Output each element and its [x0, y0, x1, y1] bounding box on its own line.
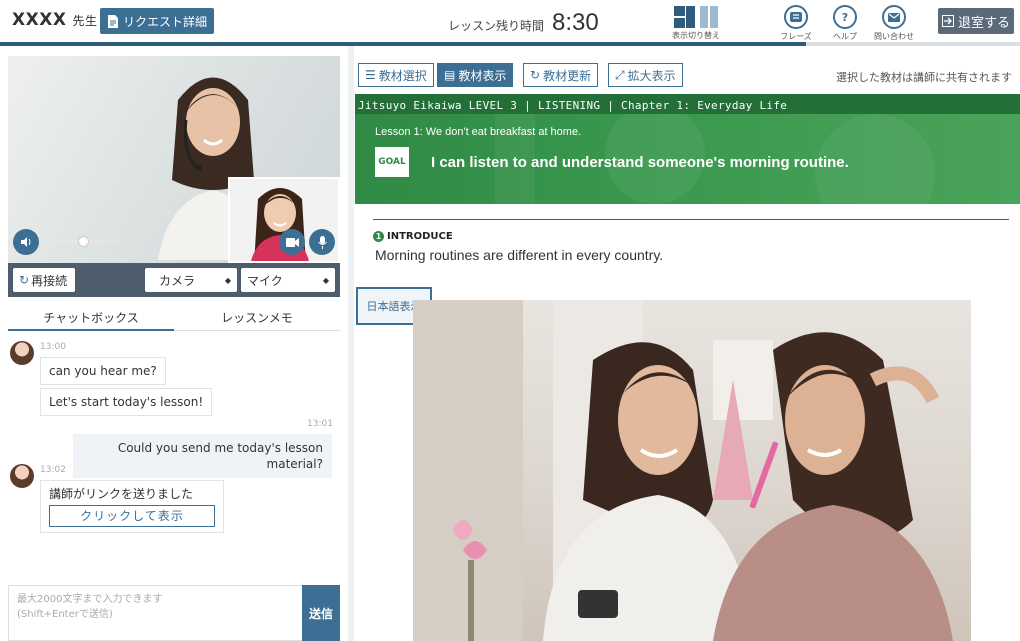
lesson-banner: Jitsuyo Eikaiwa LEVEL 3 | LISTENING | Ch… — [355, 94, 1020, 204]
section-number: 1 — [373, 231, 384, 242]
layout-icon — [666, 6, 726, 28]
chat-message: can you hear me? — [40, 357, 166, 385]
select-material-button[interactable]: ☰ 教材選択 — [358, 63, 434, 87]
document-icon — [107, 14, 118, 28]
question-icon: ? — [833, 5, 857, 29]
lesson-photo-image — [413, 300, 953, 641]
enlarge-label: 拡大表示 — [627, 68, 676, 83]
lesson-title: Lesson 1: We don't eat breakfast at home… — [375, 126, 582, 138]
exit-icon — [941, 15, 954, 27]
select-arrow-icon: ◆ — [322, 275, 329, 285]
camera-select[interactable]: カメラ ◆ — [145, 268, 237, 292]
refresh-material-button[interactable]: ↻ 教材更新 — [523, 63, 599, 87]
message-time: 13:02 — [40, 465, 66, 475]
volume-button[interactable] — [13, 229, 39, 255]
reconnect-button[interactable]: ↻ 再接続 — [13, 268, 75, 292]
microphone-icon — [317, 235, 327, 249]
mic-select[interactable]: マイク ◆ — [241, 268, 335, 292]
exit-label: 退室する — [957, 15, 1010, 31]
mail-icon — [882, 5, 906, 29]
help-button[interactable]: ? ヘルプ — [825, 5, 865, 42]
phrase-icon — [784, 5, 808, 29]
exit-button[interactable]: 退室する — [938, 8, 1014, 34]
chat-message-link: 講師がリンクを送りました クリックして表示 — [40, 480, 224, 533]
tab-lesson-memo[interactable]: レッスンメモ — [174, 305, 340, 331]
video-controls-bar: ↻ 再接続 カメラ ◆ マイク ◆ — [8, 263, 340, 297]
chat-message-text: 講師がリンクを送りました — [49, 487, 194, 501]
camera-select-value: カメラ — [159, 273, 196, 288]
chat-message: Let's start today's lesson! — [40, 388, 213, 416]
open-link-button[interactable]: クリックして表示 — [49, 505, 215, 527]
teacher-video — [8, 56, 340, 263]
refresh-icon: ↻ — [19, 273, 30, 287]
goal-row: GOAL I can listen to and understand some… — [375, 147, 849, 177]
volume-slider[interactable] — [48, 236, 120, 247]
remaining-time-value: 8:30 — [552, 9, 599, 36]
video-camera-icon — [285, 237, 299, 247]
remaining-time-label: レッスン残り時間 — [448, 19, 545, 33]
contact-button[interactable]: 問い合わせ — [874, 5, 914, 42]
refresh-material-label: 教材更新 — [543, 68, 592, 83]
speaker-icon — [21, 237, 31, 247]
phrase-button[interactable]: フレーズ — [776, 5, 816, 42]
section-divider — [373, 219, 1009, 220]
chat-tabs: チャットボックス レッスンメモ — [8, 305, 340, 331]
tab-chatbox[interactable]: チャットボックス — [8, 305, 174, 331]
mic-select-value: マイク — [247, 273, 283, 288]
lesson-photo — [413, 300, 971, 641]
expand-icon: ⤢ — [615, 67, 625, 82]
view-switch-label: 表示切り替え — [672, 31, 720, 40]
goal-badge: GOAL — [375, 147, 409, 177]
select-material-label: 教材選択 — [378, 68, 427, 83]
panel-divider — [348, 46, 354, 641]
chat-input-placeholder: 最大2000文字まで入力できます — [17, 594, 163, 605]
show-material-label: 教材表示 — [458, 68, 507, 83]
refresh-icon: ↻ — [530, 68, 541, 82]
course-strip-text: Jitsuyo Eikaiwa LEVEL 3 | LISTENING | Ch… — [358, 99, 788, 112]
remaining-time: レッスン残り時間 8:30 — [448, 9, 599, 37]
intro-text: Morning routines are different in every … — [375, 247, 664, 263]
message-time: 13:00 — [40, 342, 66, 352]
message-time: 13:01 — [307, 419, 333, 429]
enlarge-button[interactable]: ⤢ 拡大表示 — [608, 63, 683, 87]
volume-slider-knob[interactable] — [78, 236, 89, 247]
request-detail-button[interactable]: リクエスト詳細 — [100, 8, 214, 34]
help-label: ヘルプ — [833, 32, 857, 41]
camera-toggle-button[interactable] — [279, 229, 305, 255]
course-strip: Jitsuyo Eikaiwa LEVEL 3 | LISTENING | Ch… — [355, 94, 1020, 114]
lesson-progress-fill — [0, 42, 806, 46]
select-arrow-icon: ◆ — [224, 275, 231, 285]
lesson-progress-bar — [0, 42, 1020, 46]
teacher-avatar — [10, 341, 34, 365]
section-heading: 1 INTRODUCE — [373, 231, 453, 242]
view-switch-button[interactable]: 表示切り替え — [666, 6, 726, 41]
teacher-avatar — [10, 464, 34, 488]
goal-text: I can listen to and understand someone's… — [431, 153, 849, 171]
list-icon: ☰ — [365, 68, 376, 82]
share-note: 選択した教材は講師に共有されます — [836, 71, 1012, 84]
reconnect-label: 再接続 — [31, 273, 68, 288]
chat-message-own: Could you send me today's lesson materia… — [73, 434, 332, 478]
book-icon: ▤ — [444, 68, 456, 82]
chat-input-hint: (Shift+Enterで送信) — [17, 609, 113, 620]
request-detail-label: リクエスト詳細 — [122, 14, 207, 29]
section-label: INTRODUCE — [387, 231, 453, 242]
show-material-button[interactable]: ▤ 教材表示 — [437, 63, 514, 87]
contact-label: 問い合わせ — [874, 32, 914, 41]
send-button[interactable]: 送信 — [302, 585, 340, 641]
chat-input[interactable]: 最大2000文字まで入力できます (Shift+Enterで送信) — [8, 585, 303, 641]
phrase-label: フレーズ — [780, 32, 812, 41]
mic-toggle-button[interactable] — [309, 229, 335, 255]
header-bar: XXXX 先生 リクエスト詳細 レッスン残り時間 8:30 表示切り替え フレーズ… — [0, 0, 1020, 44]
teacher-name: XXXX 先生 — [12, 10, 98, 30]
